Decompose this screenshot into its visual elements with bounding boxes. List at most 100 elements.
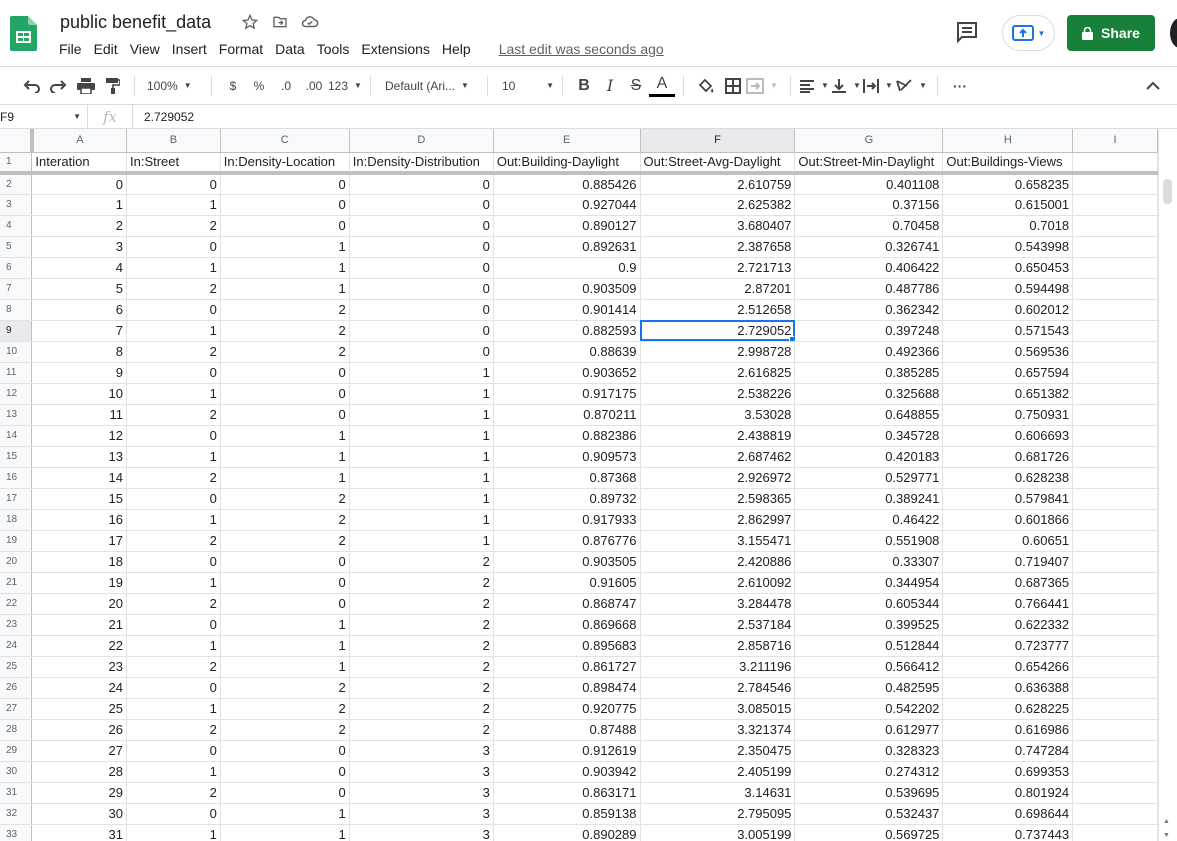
data-cell[interactable]: 0.512844 xyxy=(794,635,944,657)
row-header[interactable]: 10 xyxy=(0,341,33,363)
menu-help[interactable]: Help xyxy=(436,40,477,58)
data-cell[interactable]: 6 xyxy=(31,299,127,321)
data-cell[interactable]: 0 xyxy=(126,173,221,195)
data-cell[interactable]: 2.784546 xyxy=(640,677,796,699)
data-cell[interactable]: 0.7018 xyxy=(942,215,1074,237)
data-cell[interactable]: 2 xyxy=(349,635,494,657)
data-cell[interactable]: 0.859138 xyxy=(493,803,641,825)
data-cell[interactable]: 0.863171 xyxy=(493,782,641,804)
data-cell[interactable]: 0.766441 xyxy=(942,593,1074,615)
data-cell[interactable]: 4 xyxy=(31,257,127,279)
last-edit-link[interactable]: Last edit was seconds ago xyxy=(493,40,670,58)
data-cell[interactable]: 0.616986 xyxy=(942,719,1074,741)
data-cell[interactable]: 30 xyxy=(31,803,127,825)
data-cell[interactable]: 1 xyxy=(220,257,350,279)
data-cell[interactable]: 5 xyxy=(31,278,127,300)
data-cell[interactable]: 0 xyxy=(349,299,494,321)
row-header[interactable]: 32 xyxy=(0,803,33,825)
data-cell[interactable]: 1 xyxy=(349,488,494,510)
data-cell[interactable]: 2 xyxy=(220,320,350,342)
empty-cell[interactable] xyxy=(1072,278,1158,300)
data-cell[interactable]: 0.698644 xyxy=(942,803,1074,825)
more-formats-button[interactable]: 123 ▼ xyxy=(328,74,362,98)
print-icon[interactable] xyxy=(72,74,100,98)
data-cell[interactable]: 3.14631 xyxy=(640,782,796,804)
data-cell[interactable]: 1 xyxy=(220,446,350,468)
data-cell[interactable]: 0.903942 xyxy=(493,761,641,783)
data-cell[interactable]: 1 xyxy=(31,194,127,216)
data-cell[interactable]: 0.385285 xyxy=(794,362,944,384)
data-cell[interactable]: 2.998728 xyxy=(640,341,796,363)
data-cell[interactable]: 0 xyxy=(349,257,494,279)
data-cell[interactable]: 0.87368 xyxy=(493,467,641,489)
data-cell[interactable]: 0.870211 xyxy=(493,404,641,426)
empty-cell[interactable] xyxy=(1072,740,1158,762)
data-cell[interactable]: 2 xyxy=(220,299,350,321)
data-cell[interactable]: 0.869668 xyxy=(493,614,641,636)
data-cell[interactable]: 0 xyxy=(220,761,350,783)
data-cell[interactable]: 0.37156 xyxy=(794,194,944,216)
column-title-cell[interactable]: In:Density-Location xyxy=(220,152,350,175)
row-header[interactable]: 2 xyxy=(0,173,33,195)
column-title-cell[interactable]: Interation xyxy=(31,152,127,175)
data-cell[interactable]: 1 xyxy=(126,446,221,468)
data-cell[interactable]: 2 xyxy=(126,341,221,363)
data-cell[interactable]: 2.687462 xyxy=(640,446,796,468)
data-cell[interactable]: 0.654266 xyxy=(942,656,1074,678)
menu-data[interactable]: Data xyxy=(269,40,311,58)
merge-cells-icon[interactable]: ▼ xyxy=(746,74,782,98)
row-header[interactable]: 22 xyxy=(0,593,33,615)
data-cell[interactable]: 0 xyxy=(126,362,221,384)
row-header[interactable]: 4 xyxy=(0,215,33,237)
data-cell[interactable]: 1 xyxy=(220,236,350,258)
move-folder-icon[interactable] xyxy=(270,12,290,32)
empty-cell[interactable] xyxy=(1072,803,1158,825)
menu-edit[interactable]: Edit xyxy=(88,40,124,58)
data-cell[interactable]: 0 xyxy=(126,803,221,825)
data-cell[interactable]: 1 xyxy=(349,404,494,426)
empty-cell[interactable] xyxy=(1072,782,1158,804)
data-cell[interactable]: 12 xyxy=(31,425,127,447)
data-cell[interactable]: 16 xyxy=(31,509,127,531)
empty-cell[interactable] xyxy=(1072,236,1158,258)
data-cell[interactable]: 17 xyxy=(31,530,127,552)
empty-cell[interactable] xyxy=(1072,656,1158,678)
data-cell[interactable]: 1 xyxy=(126,194,221,216)
data-cell[interactable]: 1 xyxy=(126,320,221,342)
row-header[interactable]: 12 xyxy=(0,383,33,405)
data-cell[interactable]: 3.284478 xyxy=(640,593,796,615)
data-cell[interactable]: 0 xyxy=(126,614,221,636)
decrease-decimal-button[interactable]: .0 xyxy=(272,74,300,98)
empty-cell[interactable] xyxy=(1072,320,1158,342)
data-cell[interactable]: 1 xyxy=(349,509,494,531)
row-header[interactable]: 28 xyxy=(0,719,33,741)
data-cell[interactable]: 2 xyxy=(126,467,221,489)
data-cell[interactable]: 0.482595 xyxy=(794,677,944,699)
column-header-e[interactable]: E xyxy=(493,129,641,153)
row-header[interactable]: 16 xyxy=(0,467,33,489)
data-cell[interactable]: 0.594498 xyxy=(942,278,1074,300)
redo-icon[interactable] xyxy=(44,74,72,98)
data-cell[interactable]: 0.87488 xyxy=(493,719,641,741)
data-cell[interactable]: 0.882593 xyxy=(493,320,641,342)
data-cell[interactable]: 0.569725 xyxy=(794,824,944,841)
data-cell[interactable]: 3 xyxy=(349,803,494,825)
empty-cell[interactable] xyxy=(1072,467,1158,489)
empty-cell[interactable] xyxy=(1072,341,1158,363)
data-cell[interactable]: 0.868747 xyxy=(493,593,641,615)
data-cell[interactable]: 0 xyxy=(126,551,221,573)
data-cell[interactable]: 2 xyxy=(349,593,494,615)
data-cell[interactable]: 1 xyxy=(349,362,494,384)
row-header[interactable]: 7 xyxy=(0,278,33,300)
data-cell[interactable]: 2.420886 xyxy=(640,551,796,573)
data-cell[interactable]: 0.895683 xyxy=(493,635,641,657)
data-cell[interactable]: 1 xyxy=(126,824,221,841)
data-cell[interactable]: 0 xyxy=(220,551,350,573)
data-cell[interactable]: 0.88639 xyxy=(493,341,641,363)
data-cell[interactable]: 2 xyxy=(349,677,494,699)
data-cell[interactable]: 0 xyxy=(220,740,350,762)
data-cell[interactable]: 2.926972 xyxy=(640,467,796,489)
row-header[interactable]: 13 xyxy=(0,404,33,426)
data-cell[interactable]: 0.719407 xyxy=(942,551,1074,573)
undo-icon[interactable] xyxy=(20,74,44,98)
